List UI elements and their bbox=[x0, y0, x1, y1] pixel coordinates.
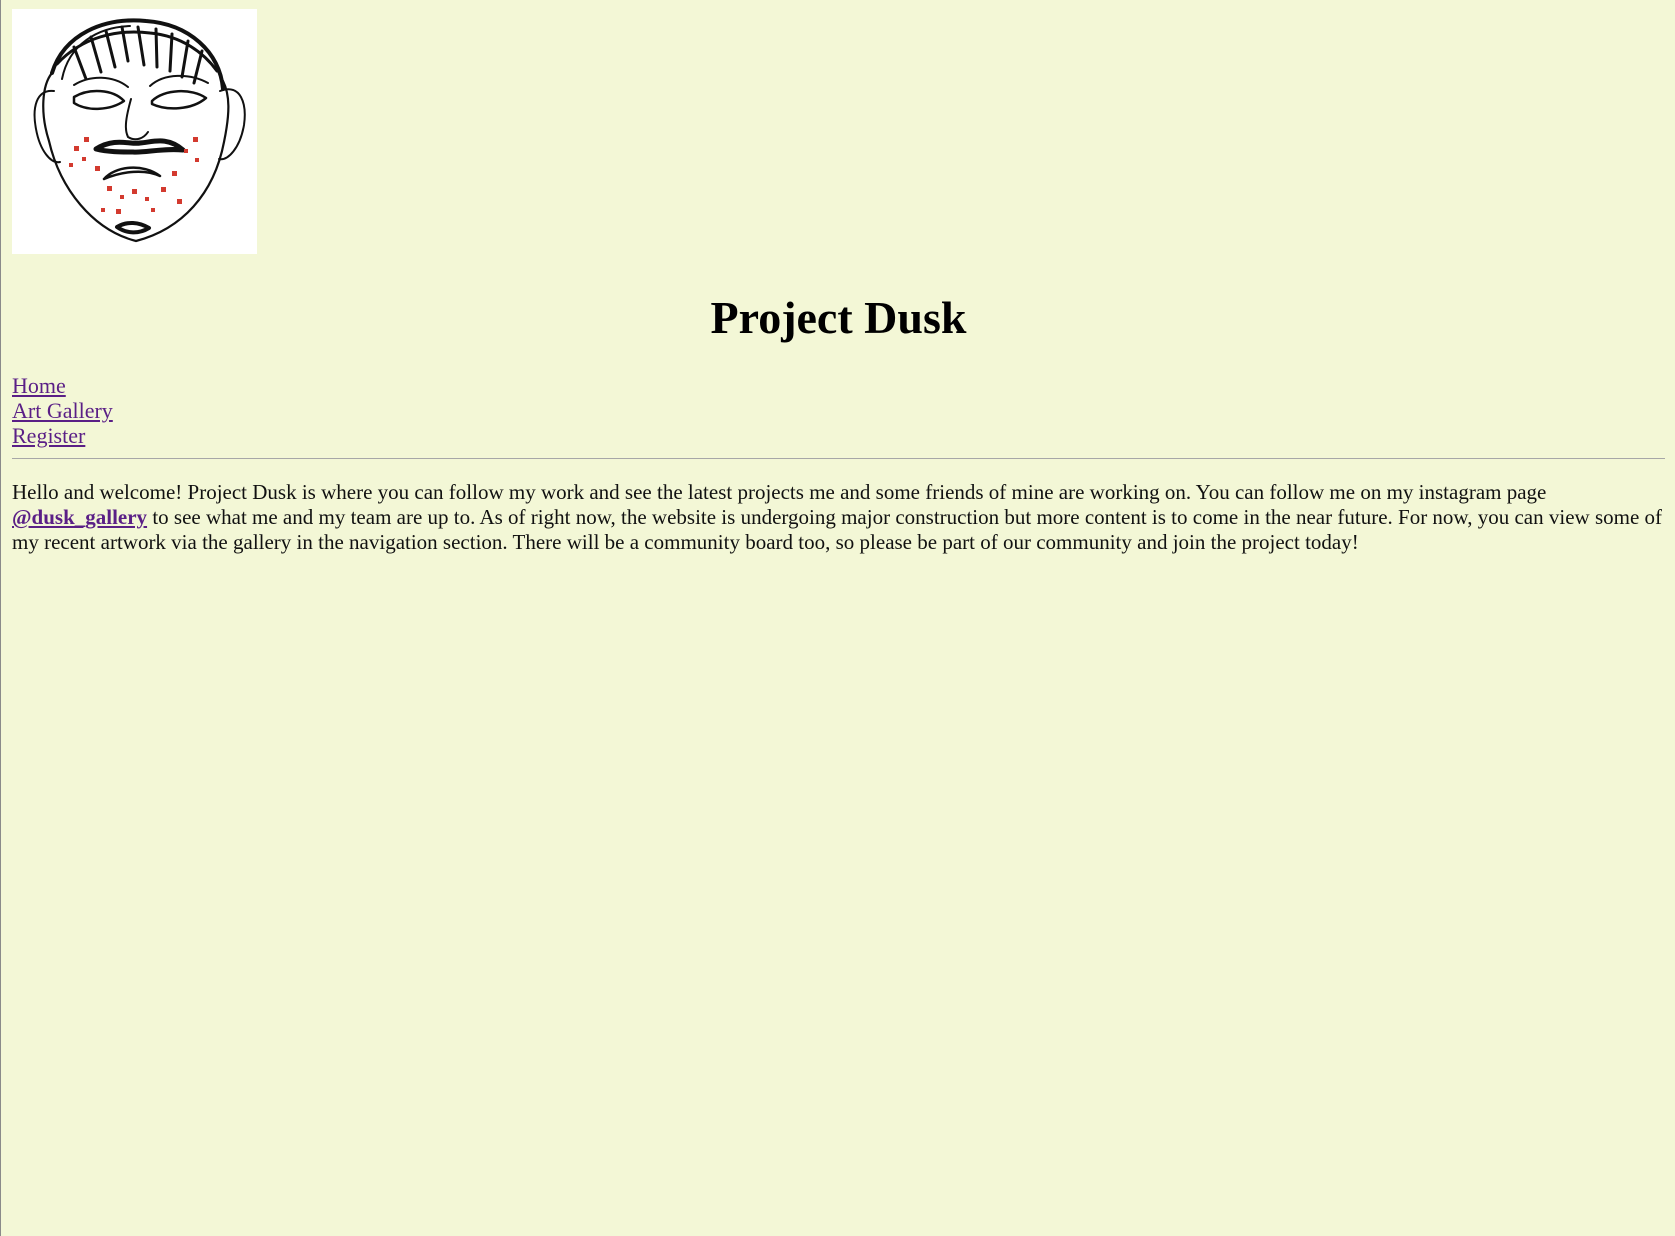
welcome-paragraph: Hello and welcome! Project Dusk is where… bbox=[12, 480, 1665, 555]
site-logo bbox=[12, 9, 257, 254]
section-divider bbox=[12, 458, 1665, 459]
welcome-text-after-link: to see what me and my team are up to. As… bbox=[12, 505, 1663, 554]
main-navigation: Home Art Gallery Register bbox=[12, 373, 1665, 448]
page-left-border bbox=[0, 0, 1, 1236]
instagram-link[interactable]: @dusk_gallery bbox=[12, 505, 147, 529]
face-sketch-icon bbox=[12, 9, 257, 254]
nav-home-link[interactable]: Home bbox=[12, 373, 66, 398]
welcome-text-before-link: Hello and welcome! Project Dusk is where… bbox=[12, 480, 1547, 504]
nav-register-link[interactable]: Register bbox=[12, 423, 85, 448]
page-container: Project Dusk Home Art Gallery Register H… bbox=[12, 9, 1665, 576]
page-title: Project Dusk bbox=[710, 292, 967, 343]
nav-art-gallery-link[interactable]: Art Gallery bbox=[12, 398, 113, 423]
